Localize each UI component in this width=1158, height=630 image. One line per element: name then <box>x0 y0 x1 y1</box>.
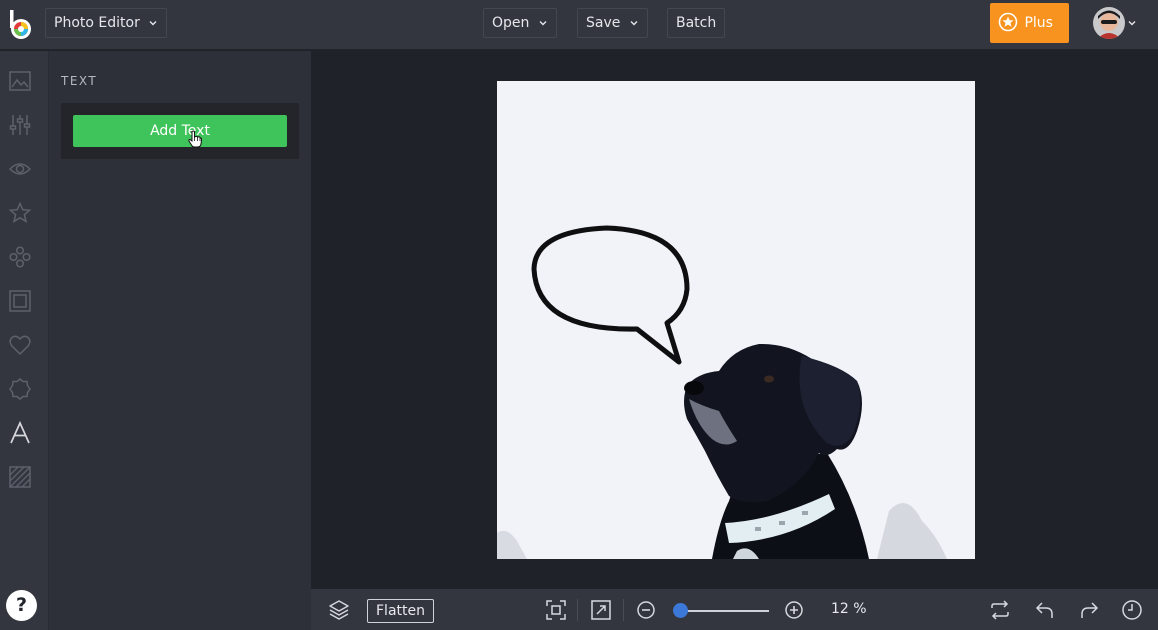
speech-bubble[interactable] <box>531 225 690 365</box>
user-avatar[interactable] <box>1093 7 1125 39</box>
panel-title: TEXT <box>61 74 98 88</box>
badge-icon[interactable] <box>8 377 32 401</box>
batch-button[interactable]: Batch <box>667 8 726 38</box>
star-icon[interactable] <box>8 201 32 225</box>
save-label: Save <box>586 15 621 31</box>
flatten-button[interactable]: Flatten <box>367 599 434 623</box>
save-button[interactable]: Save <box>577 8 648 38</box>
plus-label: Plus <box>1024 15 1053 31</box>
open-button[interactable]: Open <box>483 8 557 38</box>
tool-sidebar <box>0 51 49 630</box>
toolbar-divider <box>623 599 624 621</box>
chevron-down-icon <box>539 21 547 26</box>
photo-editor-menu-button[interactable]: Photo Editor <box>45 8 168 38</box>
open-label: Open <box>492 15 530 31</box>
batch-label: Batch <box>676 15 717 31</box>
frame-icon[interactable] <box>8 289 32 313</box>
top-bar: Photo Editor Open Save Batch Plus <box>0 0 1158 50</box>
eye-icon[interactable] <box>8 157 32 181</box>
befunky-logo-icon[interactable] <box>8 10 34 40</box>
zoom-in-icon[interactable] <box>783 599 805 621</box>
circles-icon[interactable] <box>8 245 32 269</box>
fit-to-screen-icon[interactable] <box>545 599 567 621</box>
chevron-down-icon <box>149 21 157 26</box>
actual-size-icon[interactable] <box>590 599 612 621</box>
history-icon[interactable] <box>1121 599 1143 621</box>
swap-icon[interactable] <box>989 599 1011 621</box>
zoom-slider-handle[interactable] <box>673 603 688 618</box>
layers-icon[interactable] <box>328 599 350 621</box>
toolbar-divider <box>577 599 578 621</box>
add-text-button[interactable]: Add Text <box>73 115 287 147</box>
zoom-level: 12 % <box>831 601 867 617</box>
star-circle-icon <box>998 12 1018 31</box>
text-panel: TEXT Add Text <box>49 51 311 630</box>
zoom-slider-track[interactable] <box>679 610 769 612</box>
dog-photo-image <box>497 225 947 559</box>
heart-icon[interactable] <box>8 333 32 357</box>
image-icon[interactable] <box>8 69 32 93</box>
chevron-down-icon[interactable] <box>1127 18 1137 28</box>
chevron-down-icon <box>630 21 638 26</box>
redo-icon[interactable] <box>1078 599 1100 621</box>
text-icon[interactable] <box>8 421 32 445</box>
plus-upgrade-button[interactable]: Plus <box>990 3 1069 43</box>
bottom-toolbar: Flatten 12 % <box>311 589 1158 630</box>
help-button[interactable]: ? <box>6 590 37 621</box>
photo-canvas[interactable] <box>497 81 975 559</box>
texture-icon[interactable] <box>8 465 32 489</box>
hand-cursor-icon <box>188 130 202 148</box>
add-text-container: Add Text <box>61 103 299 159</box>
undo-icon[interactable] <box>1034 599 1056 621</box>
sliders-icon[interactable] <box>8 113 32 137</box>
zoom-out-icon[interactable] <box>635 599 657 621</box>
photo-editor-menu-label: Photo Editor <box>54 15 140 31</box>
